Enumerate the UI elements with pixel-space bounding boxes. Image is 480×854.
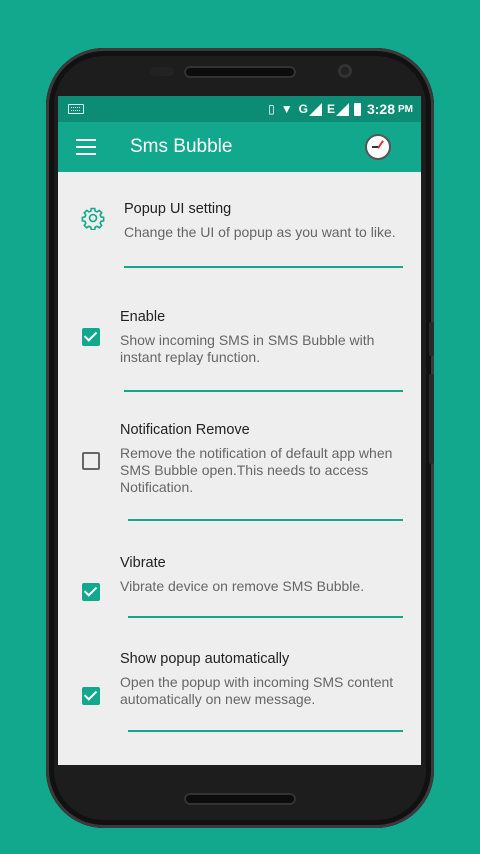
keyboard-icon — [68, 104, 84, 114]
setting-description: Open the popup with incoming SMS content… — [120, 674, 394, 707]
divider — [128, 730, 403, 732]
screen: ▯ ▼ G E 3:28 PM Sms Bubble Popup UI sett… — [58, 96, 421, 765]
setting-description: Show incoming SMS in SMS Bubble with ins… — [120, 332, 375, 365]
hamburger-menu-icon[interactable] — [76, 139, 96, 155]
app-title: Sms Bubble — [130, 136, 233, 157]
setting-title: Popup UI setting — [124, 201, 232, 217]
volume-button — [429, 374, 434, 464]
front-camera — [338, 64, 352, 78]
wifi-icon: ▼ — [280, 102, 293, 116]
status-time: 3:28 — [366, 101, 395, 117]
network-e-label: E — [326, 102, 335, 116]
divider — [124, 390, 403, 392]
app-bar: Sms Bubble — [58, 122, 421, 172]
setting-title: Enable — [120, 309, 166, 325]
setting-description: Remove the notification of default app w… — [120, 445, 393, 495]
status-bar: ▯ ▼ G E 3:28 PM — [58, 96, 421, 122]
setting-popup-ui[interactable]: Popup UI setting Change the UI of popup … — [58, 172, 421, 272]
setting-title: Vibrate — [120, 555, 166, 571]
show-popup-checkbox[interactable] — [82, 687, 100, 705]
setting-title: Show popup automatically — [120, 651, 290, 667]
clock-icon[interactable] — [365, 134, 391, 160]
setting-description: Change the UI of popup as you want to li… — [124, 224, 396, 240]
divider — [128, 616, 403, 618]
status-ampm: PM — [398, 103, 413, 115]
setting-title: Notification Remove — [120, 422, 250, 438]
power-button — [429, 322, 434, 356]
setting-enable[interactable]: Enable Show incoming SMS in SMS Bubble w… — [58, 292, 421, 392]
setting-show-popup[interactable]: Show popup automatically Open the popup … — [58, 645, 421, 755]
battery-icon — [353, 102, 361, 116]
signal-icon — [308, 102, 322, 116]
signal-icon — [335, 102, 349, 116]
setting-description: Vibrate device on remove SMS Bubble. — [120, 578, 365, 594]
gear-icon — [81, 207, 105, 230]
notification-remove-checkbox[interactable] — [82, 452, 100, 470]
setting-vibrate[interactable]: Vibrate Vibrate device on remove SMS Bub… — [58, 549, 421, 639]
earpiece-speaker — [184, 66, 296, 78]
divider — [124, 266, 403, 268]
network-g-label: G — [298, 102, 308, 116]
bottom-speaker — [184, 793, 296, 805]
proximity-sensor — [150, 67, 174, 76]
setting-notification-remove[interactable]: Notification Remove Remove the notificat… — [58, 404, 421, 524]
vibrate-checkbox[interactable] — [82, 583, 100, 601]
vibrate-icon: ▯ — [268, 102, 275, 116]
divider — [128, 519, 403, 521]
enable-checkbox[interactable] — [82, 328, 100, 346]
